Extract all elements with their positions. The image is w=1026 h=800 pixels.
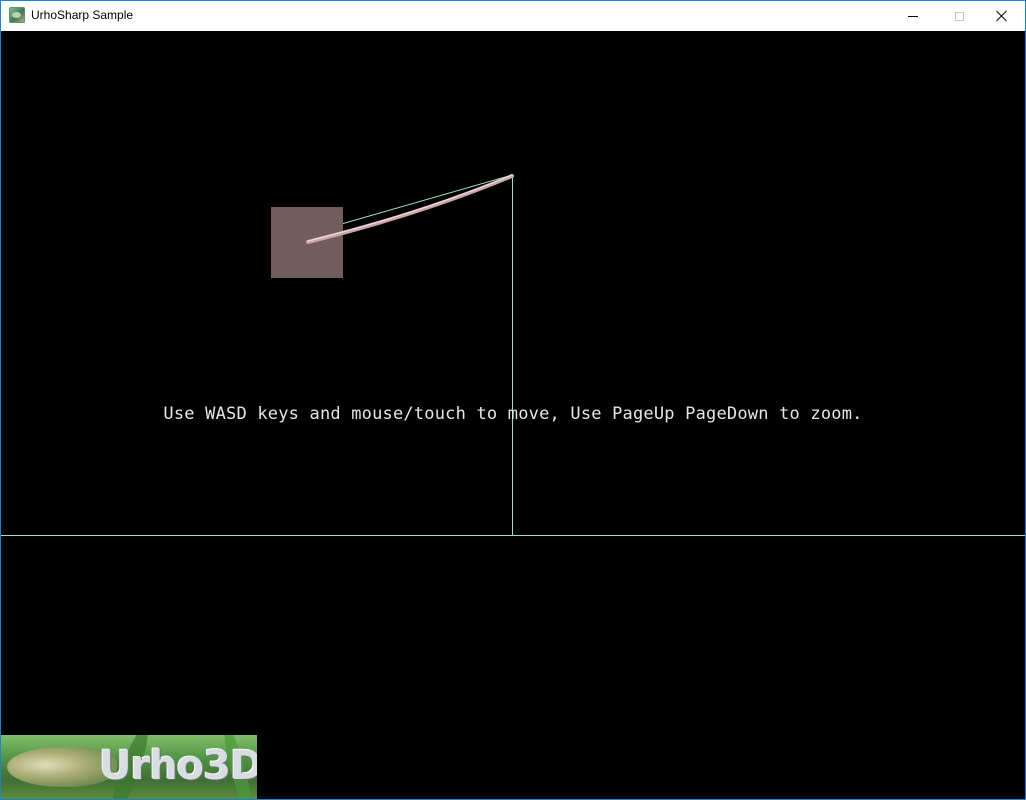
title-bar[interactable]: UrhoSharp Sample [1, 1, 1025, 31]
instructions-text: Use WASD keys and mouse/touch to move, U… [163, 404, 863, 424]
close-button[interactable] [979, 1, 1025, 31]
maximize-button[interactable] [936, 1, 982, 31]
minimize-icon [908, 15, 918, 17]
render-viewport[interactable]: Use WASD keys and mouse/touch to move, U… [1, 31, 1025, 799]
rope-debug-line [330, 174, 513, 228]
app-window: UrhoSharp Sample Use WASD keys and mouse… [0, 0, 1026, 800]
window-title: UrhoSharp Sample [31, 8, 134, 22]
close-icon [996, 10, 1008, 22]
logo-text: Urho3D [99, 743, 257, 789]
urho3d-logo: Urho3D [1, 735, 257, 799]
minimize-button[interactable] [890, 1, 936, 31]
app-icon [9, 7, 25, 23]
maximize-icon [954, 11, 964, 21]
